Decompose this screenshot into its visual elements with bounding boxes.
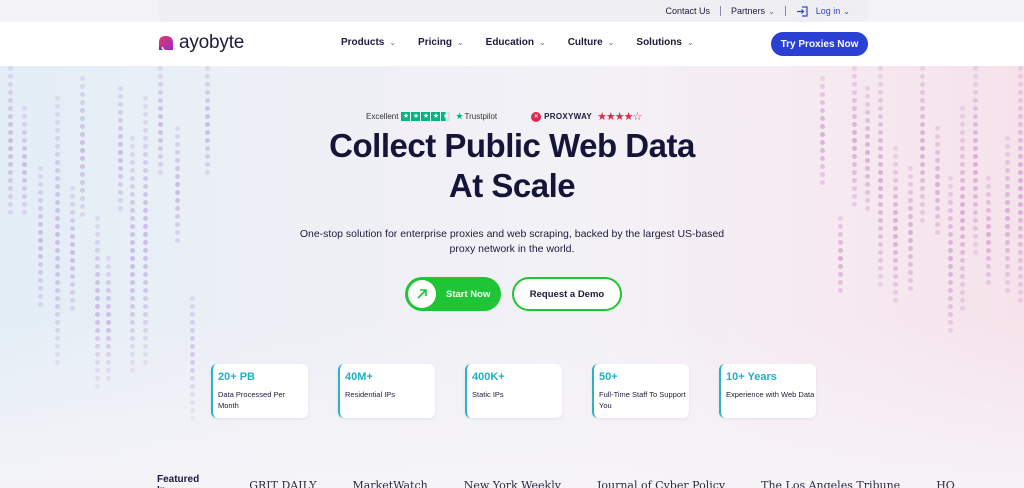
chevron-down-icon: ⌄ bbox=[389, 38, 397, 47]
trustpilot-stars: ★ ★ ★ ★ ★ bbox=[401, 112, 451, 121]
main-navbar: ayobyte Products ⌄ Pricing ⌄ Education ⌄ Cu… bbox=[0, 22, 1024, 66]
partners-dropdown[interactable]: Partners ⌄ bbox=[731, 6, 775, 16]
stat-card: 10+ Years Experience with Web Data bbox=[719, 364, 816, 418]
nav-item-pricing[interactable]: Pricing ⌄ bbox=[418, 37, 464, 48]
hero-subtitle-line1: One-stop solution for enterprise proxies… bbox=[299, 228, 725, 240]
chevron-down-icon: ⌄ bbox=[607, 38, 615, 47]
stat-label: Residential IPs bbox=[345, 390, 396, 399]
press-logo: GRIT DAILY bbox=[249, 478, 317, 488]
stat-card: 40M+ Residential IPs bbox=[338, 364, 435, 418]
stat-label: Experience with Web Data bbox=[726, 390, 815, 399]
chevron-down-icon: ⌄ bbox=[768, 6, 775, 16]
brand-logo[interactable]: ayobyte bbox=[157, 32, 244, 54]
press-logo: HO bbox=[936, 478, 955, 488]
stat-card: 400K+ Static IPs bbox=[465, 364, 562, 418]
star-icon: ★ bbox=[401, 112, 411, 121]
nav-label: Pricing bbox=[418, 37, 452, 48]
featured-in-strip: Featured In GRIT DAILY MarketWatch New Y… bbox=[157, 474, 955, 488]
nav-label: Culture bbox=[567, 37, 603, 48]
stat-value: 400K+ bbox=[472, 371, 505, 383]
ratings-strip: Excellent ★ ★ ★ ★ ★ ★ Trustpilot ✕ PROXY… bbox=[366, 110, 642, 123]
stat-label: Static IPs bbox=[472, 390, 504, 399]
login-label: Log in bbox=[815, 6, 841, 16]
start-now-button[interactable]: Start Now bbox=[405, 277, 501, 311]
try-proxies-button[interactable]: Try Proxies Now bbox=[771, 32, 868, 56]
stat-value: 40M+ bbox=[345, 371, 373, 383]
partners-label: Partners bbox=[731, 6, 766, 16]
hero-subtitle: One-stop solution for enterprise proxies… bbox=[290, 227, 734, 257]
nav-menu: Products ⌄ Pricing ⌄ Education ⌄ Culture ⌄ S… bbox=[341, 37, 716, 48]
half-star-icon: ★ bbox=[441, 112, 451, 121]
trustpilot-star-icon: ★ bbox=[455, 111, 464, 121]
contact-link[interactable]: Contact Us bbox=[666, 6, 711, 16]
trustpilot-label: Trustpilot bbox=[464, 112, 498, 121]
stat-label: Full-Time Staff To Support You bbox=[599, 390, 686, 410]
press-logo: The Los Angeles Tribune bbox=[761, 478, 901, 488]
brand-name: ayobyte bbox=[179, 32, 245, 53]
nav-label: Solutions bbox=[636, 37, 682, 48]
chevron-down-icon: ⌄ bbox=[843, 6, 850, 16]
ayobyte-logo-icon bbox=[159, 36, 173, 50]
nav-item-education[interactable]: Education ⌄ bbox=[486, 37, 546, 48]
stat-card: 20+ PB Data Processed Per Month bbox=[211, 364, 308, 418]
arrow-circle bbox=[408, 280, 436, 308]
hero-subtitle-line2: proxy network in the world. bbox=[449, 243, 575, 255]
nav-label: Education bbox=[485, 37, 534, 48]
proxyway-logo-icon: ✕ bbox=[531, 111, 542, 122]
hero-title: Collect Public Web Data At Scale bbox=[212, 126, 812, 206]
nav-item-products[interactable]: Products ⌄ bbox=[341, 37, 396, 48]
star-icon: ★ bbox=[421, 112, 431, 121]
star-icon: ★ bbox=[411, 112, 421, 121]
request-demo-button[interactable]: Request a Demo bbox=[512, 277, 622, 311]
stats-row: 20+ PB Data Processed Per Month 40M+ Res… bbox=[211, 364, 816, 418]
login-dropdown[interactable]: Log in ⌄ bbox=[796, 5, 850, 17]
nav-label: Products bbox=[341, 37, 385, 48]
stat-label: Data Processed Per Month bbox=[218, 390, 286, 410]
arrow-up-right-icon bbox=[417, 289, 427, 299]
featured-label: Featured In bbox=[157, 474, 200, 488]
proxyway-stars: ★★★★☆ bbox=[597, 111, 642, 123]
press-logo: Journal of Cyber Policy bbox=[596, 478, 726, 488]
stat-card: 50+ Full-Time Staff To Support You bbox=[592, 364, 689, 418]
trustpilot-logo[interactable]: ★ Trustpilot bbox=[455, 111, 497, 122]
nav-item-culture[interactable]: Culture ⌄ bbox=[568, 37, 615, 48]
press-logo: New York Weekly bbox=[463, 478, 561, 488]
star-icon: ★ bbox=[431, 112, 441, 121]
stat-value: 10+ Years bbox=[726, 371, 777, 383]
chevron-down-icon: ⌄ bbox=[539, 38, 546, 47]
hero-title-line1: Collect Public Web Data bbox=[329, 127, 695, 164]
login-icon bbox=[796, 5, 808, 17]
chevron-down-icon: ⌄ bbox=[456, 38, 464, 47]
chevron-down-icon: ⌄ bbox=[686, 38, 694, 47]
trustpilot-excellent: Excellent bbox=[366, 112, 399, 121]
press-logo: MarketWatch bbox=[352, 478, 428, 488]
divider bbox=[720, 6, 722, 16]
proxyway-label: PROXYWAY bbox=[544, 112, 593, 121]
proxyway-rating[interactable]: ✕ PROXYWAY ★★★★☆ bbox=[531, 110, 642, 123]
start-now-label: Start Now bbox=[446, 288, 491, 300]
nav-item-solutions[interactable]: Solutions ⌄ bbox=[636, 37, 693, 48]
utility-bar: Contact Us Partners ⌄ Log in ⌄ bbox=[158, 0, 868, 22]
divider bbox=[784, 6, 786, 16]
stat-value: 20+ PB bbox=[218, 371, 255, 383]
stat-value: 50+ bbox=[599, 371, 618, 383]
hero-title-line2: At Scale bbox=[448, 167, 576, 204]
